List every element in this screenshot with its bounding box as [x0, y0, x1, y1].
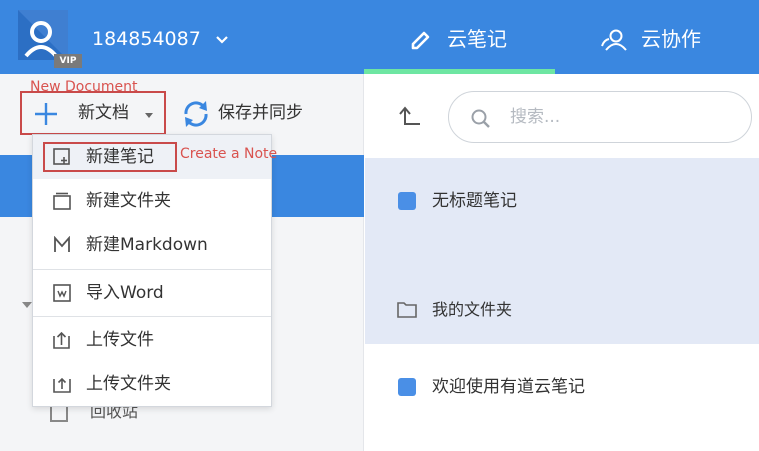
menu-item-label: 上传文件夹	[86, 374, 171, 394]
annotation-create-note: Create a Note	[180, 146, 278, 162]
search-box[interactable]	[448, 91, 752, 143]
people-icon	[601, 29, 627, 51]
tab-cloud-collab[interactable]: 云协作	[592, 0, 759, 74]
list-item-title: 我的文件夹	[432, 300, 513, 319]
new-document-menu: 新建笔记 新建文件夹 新建Markdown 导入Word 上传文件 上传文件夹	[32, 134, 272, 407]
menu-item-import-word[interactable]: 导入Word	[33, 271, 271, 315]
search-icon	[471, 109, 490, 128]
tab-cloud-notes[interactable]: 云笔记	[364, 0, 555, 74]
save-and-sync-button[interactable]: 保存并同步	[218, 101, 303, 125]
new-document-label: 新文档	[78, 103, 129, 123]
import-word-icon	[53, 284, 71, 302]
pencil-icon	[411, 31, 430, 50]
menu-item-label: 新建文件夹	[86, 191, 171, 211]
menu-item-label: 上传文件	[86, 330, 154, 350]
note-icon	[398, 192, 416, 210]
markdown-icon	[54, 236, 70, 252]
menu-item-new-markdown[interactable]: 新建Markdown	[33, 223, 271, 267]
menu-divider	[33, 269, 271, 270]
avatar[interactable]	[18, 10, 68, 60]
list-item[interactable]: 欢迎使用有道云笔记	[365, 364, 759, 410]
menu-item-new-folder[interactable]: 新建文件夹	[33, 179, 271, 223]
collapse-arrow-icon[interactable]	[22, 302, 32, 308]
note-icon	[398, 378, 416, 396]
list-item[interactable]: 无标题笔记	[365, 178, 759, 224]
username: 184854087	[92, 28, 201, 50]
tab-cloud-collab-label: 云协作	[641, 27, 701, 51]
account-switcher[interactable]: 184854087	[92, 24, 229, 54]
folder-icon	[397, 302, 417, 318]
folder-icon	[53, 192, 71, 210]
upload-folder-icon	[53, 377, 71, 393]
highlight-box-new-note	[43, 142, 177, 172]
user-icon	[18, 10, 68, 60]
caret-down-icon	[145, 113, 153, 118]
vip-badge: VIP	[54, 54, 82, 68]
search-input[interactable]: 搜索...	[510, 105, 560, 129]
menu-item-upload-file[interactable]: 上传文件	[33, 318, 271, 362]
menu-item-upload-folder[interactable]: 上传文件夹	[33, 362, 271, 406]
back-up-icon[interactable]	[398, 106, 422, 128]
tab-cloud-notes-label: 云笔记	[447, 27, 507, 51]
list-item-title: 无标题笔记	[432, 191, 517, 211]
list-item-title: 欢迎使用有道云笔记	[432, 377, 585, 397]
menu-item-label: 导入Word	[86, 283, 164, 303]
menu-divider	[33, 316, 271, 317]
upload-file-icon	[53, 331, 70, 349]
menu-item-label: 新建Markdown	[86, 235, 208, 255]
plus-icon	[35, 103, 57, 125]
chevron-down-icon	[216, 35, 228, 44]
list-item[interactable]: 我的文件夹	[365, 287, 759, 333]
sync-icon[interactable]	[180, 98, 212, 130]
